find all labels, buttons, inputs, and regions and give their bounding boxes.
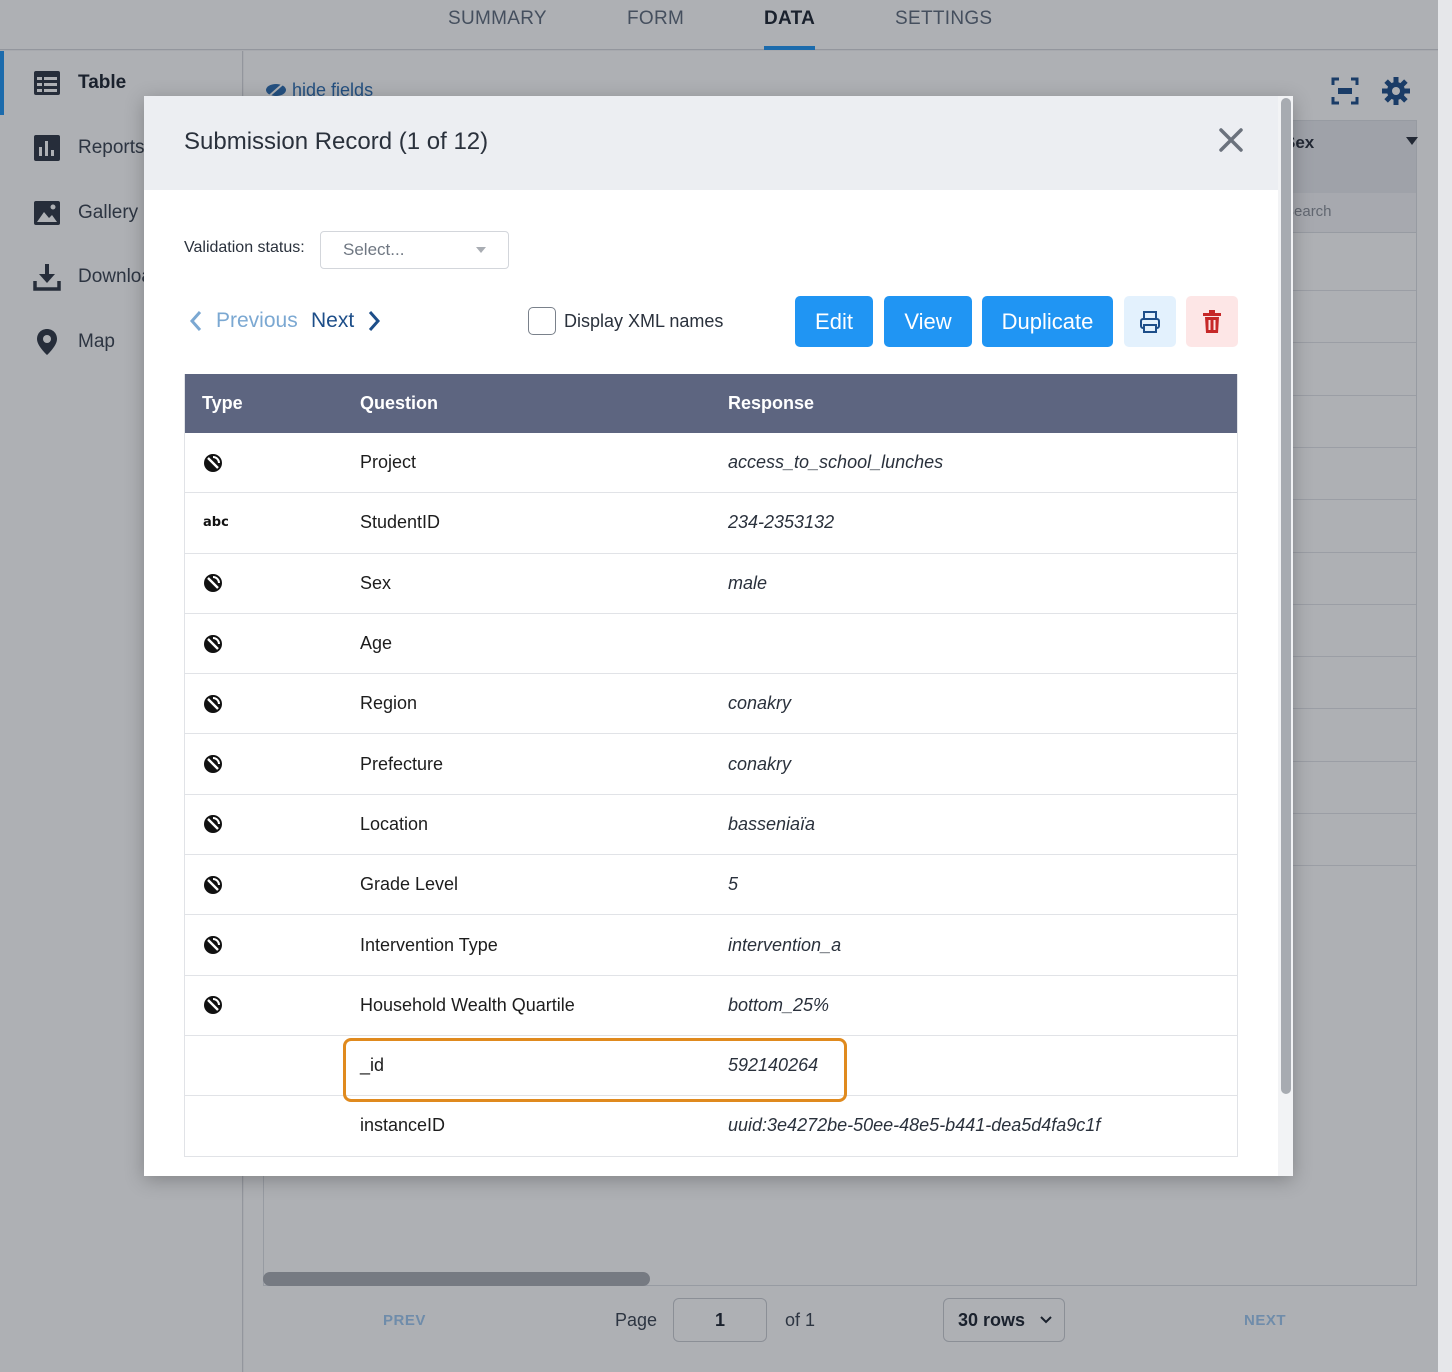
table-row: _id 592140264 (185, 1036, 1237, 1097)
table-row: abc StudentID 234-2353132 (185, 493, 1237, 554)
select-one-icon (204, 453, 222, 472)
select-one-icon (204, 755, 222, 774)
question-cell: Grade Level (360, 874, 459, 895)
previous-label: Previous (216, 309, 298, 332)
table-row: Region conakry (185, 674, 1237, 735)
select-one-icon (204, 574, 222, 593)
record-table: Type Question Response Project access_to_… (184, 374, 1238, 1157)
question-cell: _id (360, 1055, 385, 1076)
table-row: Prefecture conakry (185, 734, 1237, 795)
type-cell (203, 554, 223, 613)
type-cell (203, 614, 223, 673)
submission-record-modal: Submission Record (1 of 12) Validation s… (144, 96, 1293, 1176)
question-cell: Prefecture (360, 753, 444, 774)
question-cell: instanceID (360, 1115, 446, 1136)
select-one-icon (204, 875, 222, 894)
table-row: Age (185, 614, 1237, 675)
previous-record-button[interactable]: Previous (188, 306, 298, 336)
modal-scrollbar-thumb[interactable] (1281, 98, 1291, 1094)
type-cell (203, 976, 223, 1035)
question-cell: Age (360, 633, 393, 654)
type-cell (203, 674, 223, 733)
table-row: Intervention Type intervention_a (185, 915, 1237, 976)
modal-header: Submission Record (1 of 12) (144, 96, 1278, 190)
table-row: Grade Level 5 (185, 855, 1237, 916)
type-cell: abc (203, 493, 229, 552)
response-cell: basseniaïa (728, 813, 816, 834)
question-cell: Household Wealth Quartile (360, 994, 575, 1015)
question-cell: Location (360, 813, 429, 834)
close-icon[interactable] (1214, 123, 1248, 157)
type-column-header: Type (202, 393, 243, 413)
type-cell (203, 855, 223, 914)
type-cell (203, 433, 223, 492)
modal-scrollbar[interactable] (1278, 96, 1293, 1176)
view-button[interactable]: View (884, 296, 972, 347)
question-cell: Intervention Type (360, 934, 498, 955)
display-xml-names-checkbox[interactable] (528, 307, 556, 335)
response-cell: conakry (728, 753, 792, 774)
type-cell (203, 734, 223, 793)
select-one-icon (204, 815, 222, 834)
chevron-right-icon (369, 311, 381, 331)
edit-button[interactable]: Edit (795, 296, 873, 347)
question-cell: Project (360, 452, 417, 473)
question-cell: Sex (360, 572, 392, 593)
modal-title: Submission Record (1 of 12) (184, 128, 489, 155)
question-column-header: Question (360, 393, 439, 413)
delete-button[interactable] (1186, 296, 1238, 347)
next-record-button[interactable]: Next (311, 306, 382, 336)
select-one-icon (204, 694, 222, 713)
table-row: Location basseniaïa (185, 795, 1237, 856)
window-scrollbar[interactable] (1438, 0, 1452, 1372)
select-one-icon (204, 996, 222, 1015)
caret-down-icon (476, 247, 486, 253)
table-row: Sex male (185, 554, 1237, 614)
validation-status-select[interactable]: Select... (320, 231, 509, 269)
response-cell: 592140264 (728, 1055, 819, 1076)
duplicate-button[interactable]: Duplicate (982, 296, 1113, 347)
type-cell (203, 795, 223, 854)
trash-icon (1203, 309, 1221, 333)
table-row: Household Wealth Quartile bottom_25% (185, 976, 1237, 1036)
question-cell: Region (360, 693, 418, 714)
next-label: Next (311, 309, 355, 332)
display-xml-names-label: Display XML names (564, 310, 724, 331)
type-cell (203, 915, 223, 974)
table-row: Project access_to_school_lunches (185, 433, 1237, 494)
validation-status-placeholder: Select... (343, 240, 405, 259)
response-cell: conakry (728, 693, 792, 714)
text-type-icon: abc (203, 515, 229, 531)
table-row: instanceID uuid:3e4272be-50ee-48e5-b441-d… (185, 1096, 1237, 1157)
display-xml-names-toggle[interactable]: Display XML names (528, 307, 723, 335)
chevron-left-icon (189, 311, 202, 331)
record-table-header: Type Question Response (185, 374, 1237, 433)
printer-icon (1140, 310, 1160, 333)
print-button[interactable] (1124, 296, 1176, 347)
select-one-icon (204, 634, 222, 653)
select-one-icon (204, 936, 222, 955)
response-cell: 5 (728, 874, 739, 895)
response-cell: male (728, 572, 768, 593)
response-cell: access_to_school_lunches (728, 452, 944, 473)
validation-status-label: Validation status: (184, 239, 305, 256)
question-cell: StudentID (360, 512, 441, 533)
response-cell: 234-2353132 (728, 512, 835, 533)
response-cell: bottom_25% (728, 994, 830, 1015)
response-cell: uuid:3e4272be-50ee-48e5-b441-dea5d4fa9c1… (728, 1115, 1101, 1136)
response-cell: intervention_a (728, 934, 842, 955)
record-table-body: Project access_to_school_lunchesabc Studen… (185, 433, 1237, 1157)
response-column-header: Response (728, 393, 815, 413)
